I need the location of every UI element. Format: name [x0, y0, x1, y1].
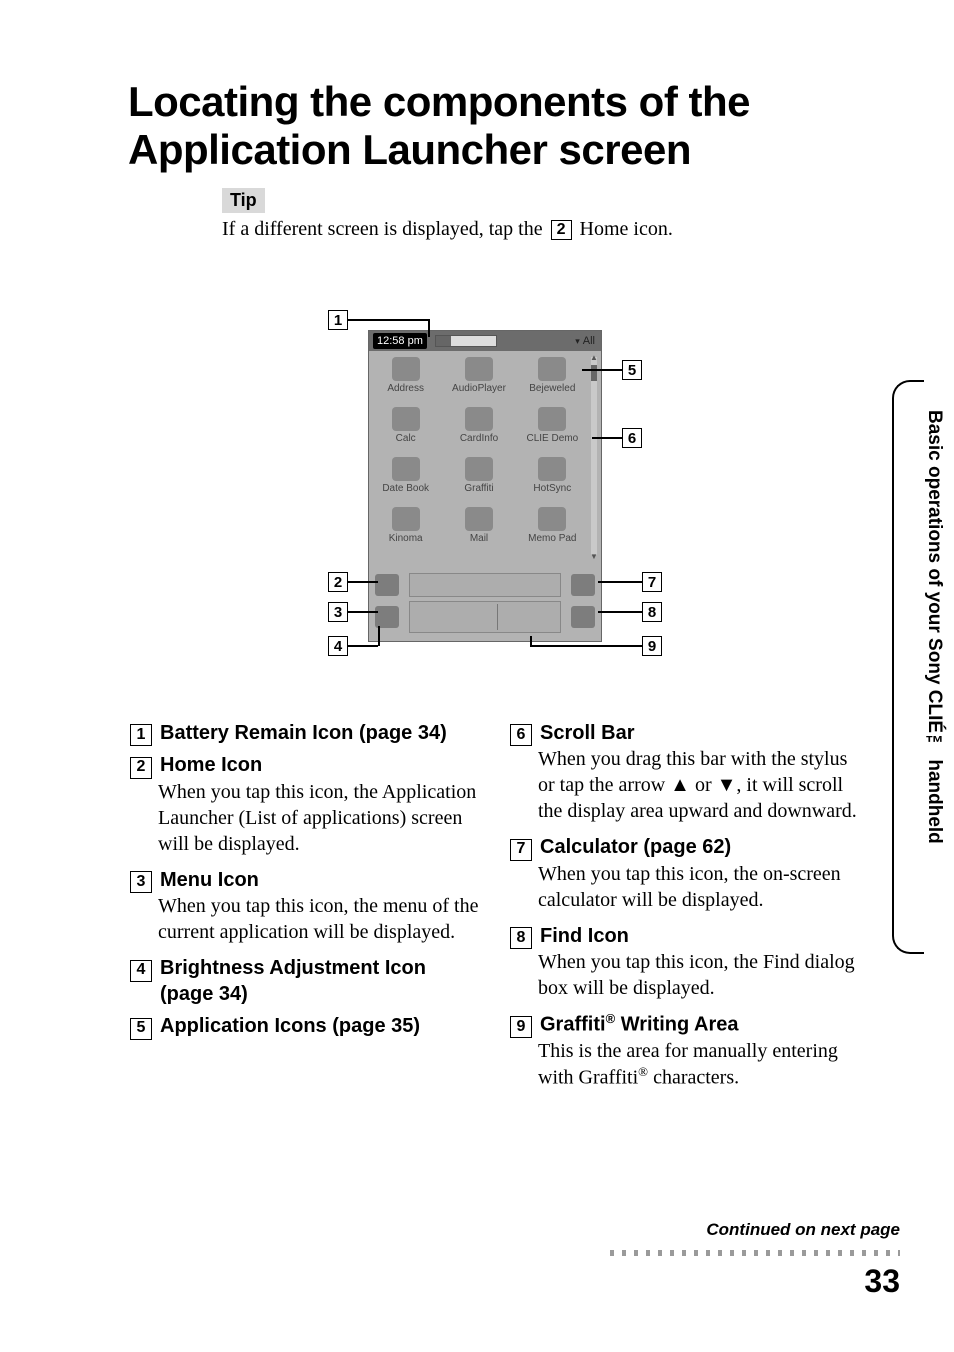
app-icon: HotSync: [516, 455, 589, 505]
graffiti-writing-area: [409, 601, 561, 633]
launcher-diagram: 12:58 pm All Address AudioPlayer Bejewel…: [320, 300, 670, 660]
list-num: 1: [130, 724, 152, 746]
tip-label: Tip: [222, 188, 265, 213]
list-head: Menu Icon: [160, 867, 259, 893]
list-num: 2: [130, 757, 152, 779]
list-num: 9: [510, 1016, 532, 1038]
list-num: 3: [130, 871, 152, 893]
list-num: 4: [130, 960, 152, 982]
list-body: When you tap this icon, the on-screen ca…: [538, 861, 860, 913]
continued-label: Continued on next page: [706, 1220, 900, 1240]
silk-row-top: [409, 573, 561, 597]
callout-3: 3: [328, 602, 348, 622]
home-icon: [375, 574, 399, 596]
app-grid: Address AudioPlayer Bejeweled Calc CardI…: [369, 355, 589, 555]
callout-4: 4: [328, 636, 348, 656]
app-icon: Mail: [442, 505, 515, 555]
page-number: 33: [864, 1263, 900, 1300]
menu-icon: [375, 606, 399, 628]
battery-remain-icon: [435, 335, 497, 347]
callout-5: 5: [622, 360, 642, 380]
list-body: When you drag this bar with the stylus o…: [538, 746, 860, 824]
list-body: This is the area for manually entering w…: [538, 1038, 860, 1091]
list-body: When you tap this icon, the Application …: [158, 779, 480, 857]
callout-6: 6: [622, 428, 642, 448]
list-head: Calculator (page 62): [540, 834, 731, 860]
scrollbar: ▲ ▼: [591, 357, 597, 555]
find-icon: [571, 606, 595, 628]
app-icon: Graffiti: [442, 455, 515, 505]
callout-8: 8: [642, 602, 662, 622]
callout-9: 9: [642, 636, 662, 656]
app-icon: Bejeweled: [516, 355, 589, 405]
callout-2: 2: [328, 572, 348, 592]
tip-text: If a different screen is displayed, tap …: [222, 218, 673, 241]
screenshot-topbar: 12:58 pm All: [369, 331, 601, 351]
app-icon: Kinoma: [369, 505, 442, 555]
continued-dots: [610, 1250, 900, 1256]
list-head: Home Icon: [160, 752, 262, 778]
app-icon: AudioPlayer: [442, 355, 515, 405]
list-head: Battery Remain Icon (page 34): [160, 720, 447, 746]
list-head: Application Icons (page 35): [160, 1013, 420, 1039]
category-dropdown: All: [575, 335, 595, 347]
list-head: Brightness Adjustment Icon (page 34): [160, 955, 480, 1007]
app-icon: Memo Pad: [516, 505, 589, 555]
page-title: Locating the components of the Applicati…: [128, 78, 848, 175]
tip-inline-number: 2: [551, 220, 572, 240]
component-list: 1 Battery Remain Icon (page 34) 2 Home Ico…: [130, 714, 860, 1101]
list-head: Graffiti® Writing Area: [540, 1011, 739, 1038]
callout-7: 7: [642, 572, 662, 592]
app-icon: CardInfo: [442, 405, 515, 455]
list-num: 5: [130, 1018, 152, 1040]
app-icon: CLIE Demo: [516, 405, 589, 455]
launcher-screenshot: 12:58 pm All Address AudioPlayer Bejewel…: [368, 330, 602, 642]
app-icon: Date Book: [369, 455, 442, 505]
app-icon: Calc: [369, 405, 442, 455]
list-num: 8: [510, 927, 532, 949]
tip-before: If a different screen is displayed, tap …: [222, 218, 548, 240]
app-icon: Address: [369, 355, 442, 405]
list-body: When you tap this icon, the menu of the …: [158, 893, 480, 945]
tip-after: Home icon.: [575, 218, 673, 240]
list-head: Scroll Bar: [540, 720, 634, 746]
list-num: 6: [510, 724, 532, 746]
list-body: When you tap this icon, the Find dialog …: [538, 949, 860, 1001]
callout-1: 1: [328, 310, 348, 330]
list-head: Find Icon: [540, 923, 629, 949]
list-num: 7: [510, 839, 532, 861]
clock: 12:58 pm: [373, 333, 427, 349]
section-tab-label: Basic operations of your Sony CLIÉ™ hand…: [914, 410, 954, 930]
calculator-icon: [571, 574, 595, 596]
